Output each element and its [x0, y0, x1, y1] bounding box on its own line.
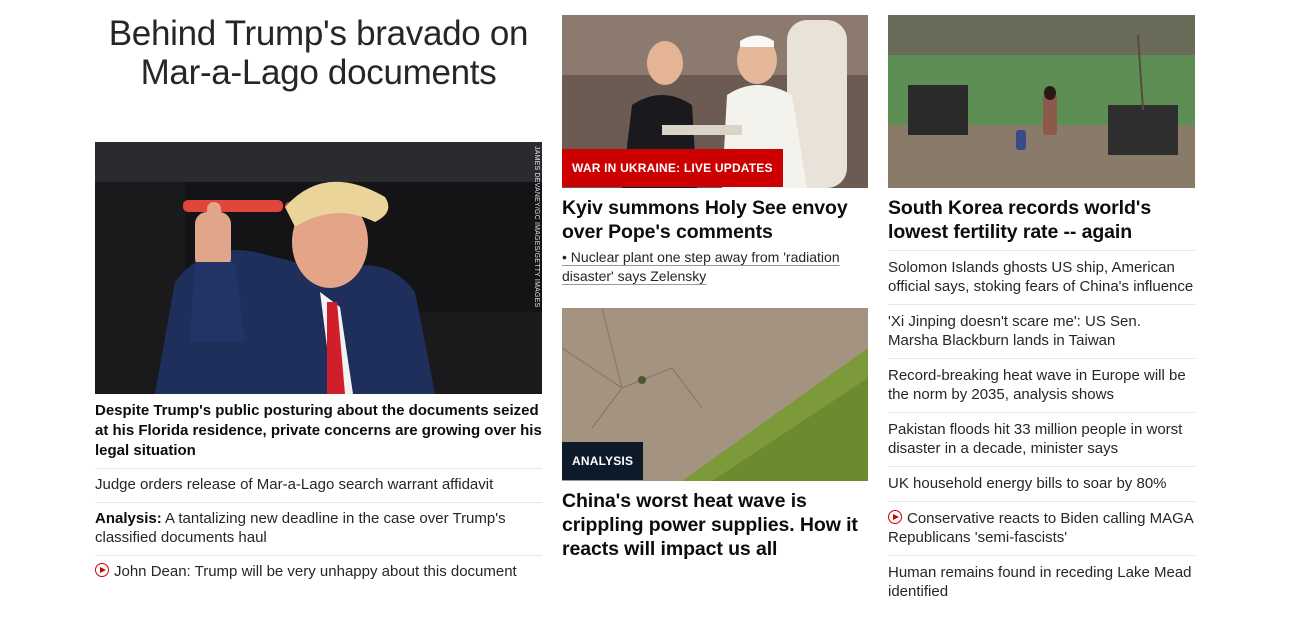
lead-headline: Behind Trump's bravado on Mar-a-Lago doc… [95, 14, 542, 92]
item-text: Judge orders release of Mar-a-Lago searc… [95, 476, 494, 493]
bullet-text: • Nuclear plant one step away from 'radi… [562, 249, 840, 284]
live-updates-tag[interactable]: WAR IN UKRAINE: LIVE UPDATES [562, 149, 783, 187]
lead-story-image[interactable]: JAMES DEVANEY/GC IMAGES/GETTY IMAGES [95, 142, 542, 394]
ukraine-headline[interactable]: Kyiv summons Holy See envoy over Pope's … [562, 196, 868, 244]
item-text: Human remains found in receding Lake Mea… [888, 564, 1192, 600]
item-text: 'Xi Jinping doesn't scare me': US Sen. M… [888, 313, 1141, 349]
list-item[interactable]: 'Xi Jinping doesn't scare me': US Sen. M… [888, 304, 1195, 358]
list-item[interactable]: UK household energy bills to soar by 80% [888, 466, 1195, 501]
list-item[interactable]: Conservative reacts to Biden calling MAG… [888, 501, 1195, 555]
zelensky-bullet-link[interactable]: • Nuclear plant one step away from 'radi… [562, 248, 868, 286]
play-icon [95, 563, 109, 577]
item-prefix: Analysis: [95, 510, 162, 527]
list-item[interactable]: Analysis: A tantalizing new deadline in … [95, 502, 542, 555]
park-photo [888, 15, 1195, 188]
item-text: Conservative reacts to Biden calling MAG… [888, 510, 1193, 546]
china-headline[interactable]: China's worst heat wave is crippling pow… [562, 489, 868, 561]
lead-related-list: Judge orders release of Mar-a-Lago searc… [95, 468, 542, 589]
list-item[interactable]: Solomon Islands ghosts US ship, American… [888, 250, 1195, 304]
list-item[interactable]: Record-breaking heat wave in Europe will… [888, 358, 1195, 412]
korea-story-image[interactable] [888, 15, 1195, 188]
list-item[interactable]: Judge orders release of Mar-a-Lago searc… [95, 468, 542, 502]
image-credit: JAMES DEVANEY/GC IMAGES/GETTY IMAGES [533, 146, 540, 308]
list-item[interactable]: Human remains found in receding Lake Mea… [888, 555, 1195, 609]
item-text: John Dean: Trump will be very unhappy ab… [114, 563, 517, 580]
item-text: Record-breaking heat wave in Europe will… [888, 367, 1186, 403]
analysis-tag[interactable]: ANALYSIS [562, 442, 644, 480]
korea-headline[interactable]: South Korea records world's lowest ferti… [888, 196, 1195, 244]
item-text: Solomon Islands ghosts US ship, American… [888, 259, 1194, 295]
lead-headline-link[interactable]: Behind Trump's bravado on Mar-a-Lago doc… [109, 14, 529, 92]
trump-thumbs-up-photo [95, 142, 542, 394]
list-item[interactable]: John Dean: Trump will be very unhappy ab… [95, 555, 542, 589]
right-headlines-list: Solomon Islands ghosts US ship, American… [888, 250, 1195, 609]
item-text: UK household energy bills to soar by 80% [888, 475, 1167, 492]
lead-description-link[interactable]: Despite Trump's public posturing about t… [95, 401, 542, 461]
list-item[interactable]: Pakistan floods hit 33 million people in… [888, 412, 1195, 466]
play-icon [888, 510, 902, 524]
item-text: Pakistan floods hit 33 million people in… [888, 421, 1183, 457]
